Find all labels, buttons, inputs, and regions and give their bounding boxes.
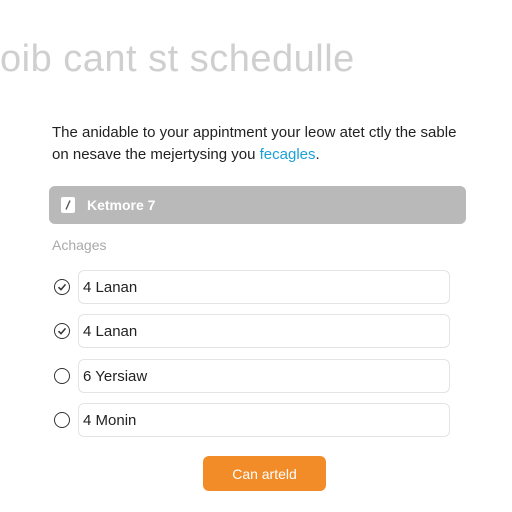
intro-paragraph: The anidable to your appintment your leo… — [52, 122, 472, 166]
radio-icon[interactable] — [54, 368, 70, 384]
submit-button[interactable]: Can arteld — [203, 456, 326, 491]
slot-label[interactable]: 4 Lanan — [78, 270, 450, 304]
slot-option[interactable]: 6 Yersiaw — [52, 359, 452, 393]
checked-radio-icon[interactable] — [54, 323, 70, 339]
intro-link[interactable]: fecagles — [260, 146, 316, 163]
slot-label[interactable]: 4 Monin — [78, 403, 450, 437]
selected-appointment-label: Ketmore 7 — [87, 197, 156, 213]
section-label: Achages — [52, 237, 107, 253]
slot-option[interactable]: 4 Lanan — [52, 270, 452, 304]
schedule-page: oib cant st schedulle The anidable to yo… — [0, 0, 512, 512]
selected-appointment-bar[interactable]: Ketmore 7 — [49, 186, 466, 224]
intro-trailing: . — [315, 146, 320, 163]
slot-option[interactable]: 4 Lanan — [52, 314, 452, 348]
page-title: oib cant st schedulle — [0, 38, 355, 80]
edit-icon[interactable] — [61, 197, 75, 213]
radio-icon[interactable] — [54, 412, 70, 428]
slot-label[interactable]: 4 Lanan — [78, 314, 450, 348]
slot-option[interactable]: 4 Monin — [52, 403, 452, 437]
checked-radio-icon[interactable] — [54, 279, 70, 295]
slot-label[interactable]: 6 Yersiaw — [78, 359, 450, 393]
intro-text: The anidable to your appintment your leo… — [52, 124, 457, 163]
